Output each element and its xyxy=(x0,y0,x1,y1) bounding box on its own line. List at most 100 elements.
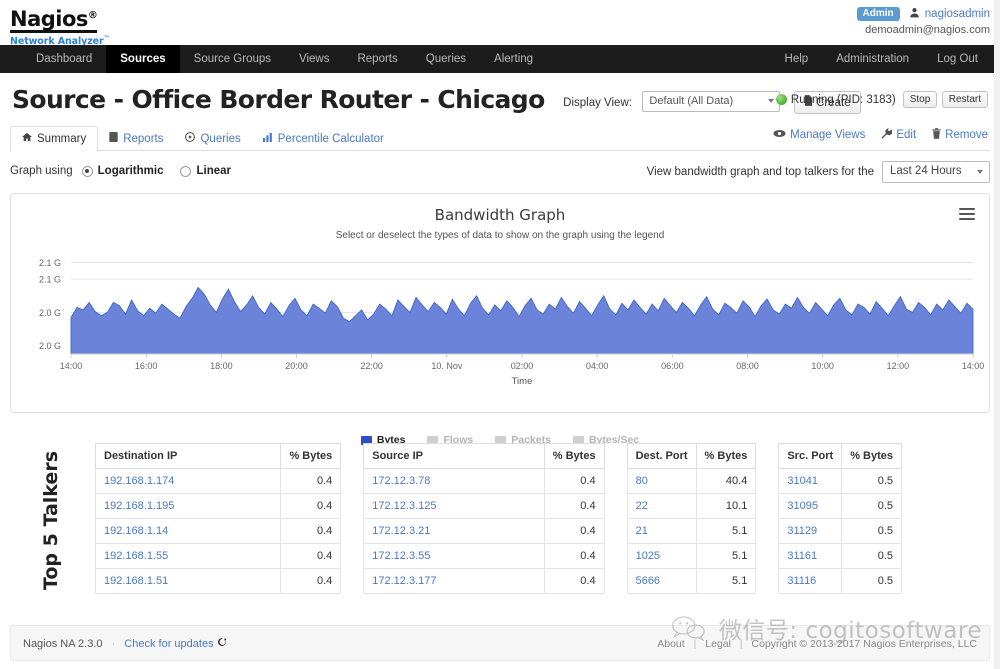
page-scrollbar[interactable] xyxy=(994,0,1000,669)
username-link[interactable]: nagiosadmin xyxy=(925,8,990,20)
y-axis-tick-label: 2.1 G xyxy=(39,275,61,285)
cell-value[interactable]: 21 xyxy=(627,519,696,544)
nav-item-source-groups[interactable]: Source Groups xyxy=(180,45,285,73)
table-row: 172.12.3.550.4 xyxy=(364,544,604,569)
eye-icon xyxy=(773,129,786,142)
cell-percent-bytes: 0.4 xyxy=(544,469,604,494)
footer-about-link[interactable]: About xyxy=(657,638,684,650)
radio-logarithmic[interactable] xyxy=(82,166,93,177)
cell-percent-bytes: 0.4 xyxy=(544,544,604,569)
cell-percent-bytes: 0.4 xyxy=(544,569,604,594)
logo-wordmark: Nagios® xyxy=(10,6,97,33)
cell-value[interactable]: 31116 xyxy=(779,569,842,594)
cell-value[interactable]: 31161 xyxy=(779,544,842,569)
nav-item-sources[interactable]: Sources xyxy=(106,45,179,73)
cell-percent-bytes: 40.4 xyxy=(696,469,756,494)
chart-svg: 2.1 G2.1 G2.0 G2.0 G14:0016:0018:0020:00… xyxy=(11,242,991,392)
chart-plot-area[interactable]: 2.1 G2.1 G2.0 G2.0 G14:0016:0018:0020:00… xyxy=(11,242,989,392)
tab-actions: Manage Views Edit Remove xyxy=(773,128,988,143)
tab-reports[interactable]: Reports xyxy=(98,126,174,152)
remove-button[interactable]: Remove xyxy=(932,128,988,143)
restart-button[interactable]: Restart xyxy=(942,91,988,108)
edit-button[interactable]: Edit xyxy=(881,128,916,143)
column-header-dest-port[interactable]: Dest. Port xyxy=(627,444,696,469)
nav-item-alerting[interactable]: Alerting xyxy=(480,45,547,73)
cell-value[interactable]: 192.168.1.195 xyxy=(96,494,281,519)
footer-legal-link[interactable]: Legal xyxy=(705,638,731,650)
cell-percent-bytes: 0.4 xyxy=(281,544,341,569)
cell-value[interactable]: 31095 xyxy=(779,494,842,519)
cell-percent-bytes: 0.4 xyxy=(544,519,604,544)
cell-value[interactable]: 172.12.3.55 xyxy=(364,544,545,569)
time-range-select[interactable]: Last 24 Hours xyxy=(882,161,990,183)
tab-queries[interactable]: Queries xyxy=(174,126,251,152)
logo-trademark: ® xyxy=(88,10,98,21)
check-for-updates-link[interactable]: Check for updates xyxy=(124,638,213,650)
table-row: 56665.1 xyxy=(627,569,756,594)
x-axis-tick-label: 22:00 xyxy=(360,361,383,371)
cell-value[interactable]: 1025 xyxy=(627,544,696,569)
footer-right: About | Legal | Copyright © 2013-2017 Na… xyxy=(657,638,977,650)
nav-item-queries[interactable]: Queries xyxy=(412,45,480,73)
nav-item-reports[interactable]: Reports xyxy=(343,45,411,73)
cell-value[interactable]: 22 xyxy=(627,494,696,519)
column-header-src-port[interactable]: Src. Port xyxy=(779,444,842,469)
column-header-source-ip[interactable]: Source IP xyxy=(364,444,545,469)
table-header-row: Dest. Port % Bytes xyxy=(627,444,756,469)
top-talkers-tables: Destination IP % Bytes 192.168.1.1740.41… xyxy=(95,443,902,594)
cell-value[interactable]: 192.168.1.51 xyxy=(96,569,281,594)
cell-percent-bytes: 0.5 xyxy=(842,544,902,569)
table-row: 192.168.1.1740.4 xyxy=(96,469,341,494)
nav-item-help[interactable]: Help xyxy=(771,45,823,73)
column-header-pct-bytes[interactable]: % Bytes xyxy=(281,444,341,469)
tab-summary[interactable]: Summary xyxy=(10,126,98,152)
cell-value[interactable]: 31041 xyxy=(779,469,842,494)
column-header-pct-bytes[interactable]: % Bytes xyxy=(696,444,756,469)
table-body-dest-port: 8040.42210.1215.110255.156665.1 xyxy=(627,469,756,594)
cell-value[interactable]: 192.168.1.174 xyxy=(96,469,281,494)
x-axis-tick-label: 10:00 xyxy=(811,361,834,371)
footer-divider-1: | xyxy=(694,638,697,650)
column-header-pct-bytes[interactable]: % Bytes xyxy=(544,444,604,469)
nav-item-views[interactable]: Views xyxy=(285,45,343,73)
manage-views-button[interactable]: Manage Views xyxy=(773,128,865,143)
brand-bar: Nagios® Network Analyzer™ Admin nagiosad… xyxy=(0,0,1000,45)
nav-item-administration[interactable]: Administration xyxy=(822,45,923,73)
graph-using-label: Graph using xyxy=(10,165,73,177)
column-header-destination-ip[interactable]: Destination IP xyxy=(96,444,281,469)
chevron-down-icon xyxy=(977,170,983,174)
cell-value[interactable]: 192.168.1.14 xyxy=(96,519,281,544)
edit-label: Edit xyxy=(896,129,916,141)
cell-value[interactable]: 172.12.3.177 xyxy=(364,569,545,594)
cell-value[interactable]: 31129 xyxy=(779,519,842,544)
cell-value[interactable]: 192.168.1.55 xyxy=(96,544,281,569)
nav-item-log-out[interactable]: Log Out xyxy=(923,45,992,73)
hamburger-menu-icon[interactable] xyxy=(959,208,975,223)
nagios-logo[interactable]: Nagios® Network Analyzer™ xyxy=(10,6,110,47)
display-view-select[interactable]: Default (All Data) xyxy=(642,91,780,112)
table-source-ip: Source IP % Bytes 172.12.3.780.4172.12.3… xyxy=(363,443,604,594)
cell-value[interactable]: 172.12.3.125 xyxy=(364,494,545,519)
logo-product-tm: ™ xyxy=(104,35,110,42)
logo-name: Nagios xyxy=(10,7,88,31)
table-row: 311290.5 xyxy=(779,519,902,544)
stop-button[interactable]: Stop xyxy=(903,91,938,108)
footer-left: Nagios NA 2.3.0 · Check for updates xyxy=(23,637,227,650)
cell-value[interactable]: 172.12.3.78 xyxy=(364,469,545,494)
user-box: Admin nagiosadmin demoadmin@nagios.com xyxy=(857,7,990,36)
radio-logarithmic-label[interactable]: Logarithmic xyxy=(98,165,164,177)
radio-linear[interactable] xyxy=(180,166,191,177)
cell-value[interactable]: 172.12.3.21 xyxy=(364,519,545,544)
cell-value[interactable]: 5666 xyxy=(627,569,696,594)
manage-views-label: Manage Views xyxy=(790,129,865,141)
footer-copyright: Copyright © 2013-2017 Nagios Enterprises… xyxy=(752,638,977,650)
nav-item-dashboard[interactable]: Dashboard xyxy=(22,45,106,73)
table-row: 172.12.3.210.4 xyxy=(364,519,604,544)
user-line: Admin nagiosadmin xyxy=(857,7,990,21)
graph-options-row: Graph using Logarithmic Linear View band… xyxy=(10,161,990,185)
radio-linear-label[interactable]: Linear xyxy=(196,165,231,177)
column-header-pct-bytes[interactable]: % Bytes xyxy=(842,444,902,469)
cell-value[interactable]: 80 xyxy=(627,469,696,494)
cell-percent-bytes: 0.4 xyxy=(281,519,341,544)
tab-percentile-calculator[interactable]: Percentile Calculator xyxy=(252,126,395,152)
